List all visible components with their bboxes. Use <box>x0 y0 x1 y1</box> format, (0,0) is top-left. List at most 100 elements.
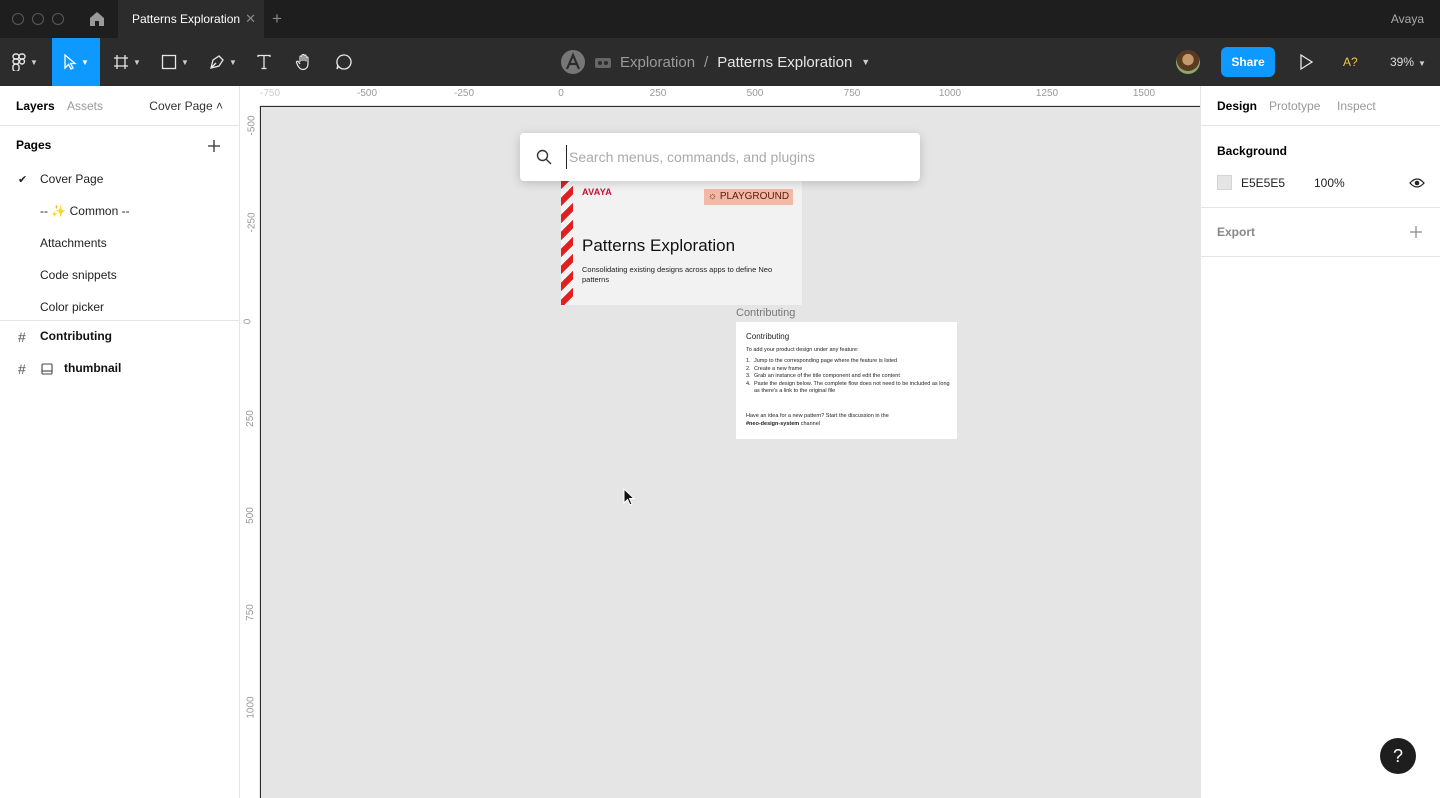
tab-layers[interactable]: Layers <box>16 86 55 126</box>
page-switcher[interactable]: Cover Page ˄ <box>149 86 223 126</box>
account-name[interactable]: Avaya <box>1391 0 1424 38</box>
ruler-tick: -500 <box>356 88 378 99</box>
left-ruler: -500 -250 0 250 500 750 1000 <box>240 106 260 798</box>
hand-tool-button[interactable] <box>290 38 318 86</box>
ruler-corner <box>240 86 260 106</box>
minimize-window-button[interactable] <box>32 13 44 25</box>
tab-assets[interactable]: Assets <box>67 86 103 126</box>
page-item-code-snippets[interactable]: Code snippets <box>40 268 117 282</box>
contributing-steps: 1. Jump to the corresponding page where t… <box>746 358 951 396</box>
list-item: 3. Grab an instance of the title componen… <box>746 373 900 379</box>
list-item: 1. Jump to the corresponding page where t… <box>746 358 898 364</box>
breadcrumb-project[interactable]: Exploration <box>620 54 695 71</box>
share-button[interactable]: Share <box>1221 47 1275 77</box>
tab-prototype[interactable]: Prototype <box>1269 86 1320 126</box>
playground-badge: ☼ PLAYGROUND <box>704 189 793 205</box>
cover-frame[interactable]: AVAYA ☼ PLAYGROUND Patterns Exploration … <box>561 181 802 305</box>
figma-logo-icon <box>12 53 26 71</box>
ruler-tick: -250 <box>246 212 258 233</box>
contributing-frame[interactable]: Contributing To add your product design … <box>736 322 957 439</box>
shape-tool-button[interactable]: ▼ <box>154 38 196 86</box>
ruler-tick: 0 <box>558 88 564 99</box>
mouse-cursor-icon <box>623 488 635 506</box>
background-opacity-input[interactable]: 100% <box>1314 176 1345 190</box>
layer-item-contributing[interactable]: # Contributing <box>0 321 240 353</box>
tab-inspect[interactable]: Inspect <box>1337 86 1376 126</box>
document-tab[interactable]: Patterns Exploration ✕ <box>118 0 264 38</box>
list-item: 2. Create a new frame <box>746 365 803 372</box>
page-item-color-picker[interactable]: Color picker <box>40 300 104 314</box>
maximize-window-button[interactable] <box>52 13 64 25</box>
ruler-tick: -250 <box>453 88 475 99</box>
ruler-tick: 500 <box>244 507 256 524</box>
bulb-icon: ☼ <box>707 191 720 202</box>
eye-icon[interactable] <box>1409 177 1425 189</box>
quick-actions-search <box>520 133 920 181</box>
team-avatar-icon[interactable] <box>560 49 586 75</box>
close-tab-icon[interactable]: ✕ <box>245 0 256 38</box>
chevron-down-icon: ▼ <box>133 57 141 67</box>
badge-label: PLAYGROUND <box>719 191 790 202</box>
ruler-tick: -750 <box>259 88 281 99</box>
breadcrumb-file-name[interactable]: Patterns Exploration <box>717 54 852 71</box>
comment-icon <box>336 54 352 70</box>
top-ruler: -750 -500 -250 0 250 500 750 1000 1250 1… <box>240 86 1200 106</box>
pen-icon <box>210 55 224 69</box>
chevron-down-icon: ▼ <box>30 57 38 67</box>
accessibility-check-button[interactable]: A? <box>1343 38 1358 86</box>
ruler-tick: 250 <box>649 88 667 99</box>
project-folder-icon <box>595 58 611 68</box>
frame-icon: # <box>18 329 26 345</box>
pen-tool-button[interactable]: ▼ <box>202 38 244 86</box>
chevron-down-icon: ▼ <box>181 57 189 67</box>
component-instance-icon <box>41 363 53 375</box>
help-button[interactable]: ? <box>1380 738 1416 774</box>
ruler-tick: 1000 <box>938 88 962 99</box>
main-menu-button[interactable]: ▼ <box>0 38 50 86</box>
comment-tool-button[interactable] <box>330 38 358 86</box>
frame-label-contributing[interactable]: Contributing <box>736 307 795 319</box>
search-input[interactable] <box>566 145 906 169</box>
ruler-tick: 1250 <box>1035 88 1059 99</box>
ruler-tick: 250 <box>244 410 256 427</box>
home-icon[interactable] <box>88 10 106 28</box>
divider <box>1201 256 1440 257</box>
zoom-dropdown[interactable]: 39% ▼ <box>1390 38 1426 86</box>
breadcrumb: Exploration / Patterns Exploration ▼ <box>560 38 870 86</box>
export-header: Export <box>1217 225 1256 239</box>
frame-icon <box>114 55 129 69</box>
frame-icon: # <box>18 361 26 377</box>
ruler-tick: 1500 <box>1132 88 1156 99</box>
page-item-attachments[interactable]: Attachments <box>40 236 107 250</box>
zoom-level: 39% <box>1390 55 1415 69</box>
pointer-icon <box>64 54 77 70</box>
background-color-swatch[interactable] <box>1217 175 1232 190</box>
page-item-cover-page[interactable]: Cover Page <box>40 172 103 186</box>
user-avatar[interactable] <box>1176 50 1200 74</box>
layer-item-thumbnail[interactable]: # thumbnail <box>0 353 240 385</box>
add-page-icon[interactable] <box>207 139 221 153</box>
search-icon <box>536 149 552 165</box>
ruler-tick: 750 <box>244 604 256 621</box>
contributing-title: Contributing <box>746 332 790 341</box>
page-item-common[interactable]: -- ✨ Common -- <box>40 204 130 218</box>
move-tool-button[interactable]: ▼ <box>52 38 100 86</box>
chevron-down-icon[interactable]: ▼ <box>861 57 870 67</box>
ruler-tick: 1000 <box>245 696 257 719</box>
figma-app: Patterns Exploration ✕ + Avaya ▼ ▼ ▼ ▼ ▼ <box>0 0 1440 798</box>
background-hex-input[interactable]: E5E5E5 <box>1241 176 1285 190</box>
chevron-down-icon: ▼ <box>229 57 237 67</box>
close-window-button[interactable] <box>12 13 24 25</box>
add-export-icon[interactable] <box>1410 226 1422 238</box>
avaya-logo: AVAYA <box>582 187 613 197</box>
divider <box>1201 207 1440 208</box>
ruler-tick: 0 <box>242 318 254 325</box>
title-bar: Patterns Exploration ✕ + Avaya <box>0 0 1440 38</box>
frame-tool-button[interactable]: ▼ <box>106 38 148 86</box>
tab-design[interactable]: Design <box>1217 86 1257 126</box>
text-tool-button[interactable] <box>250 38 278 86</box>
new-tab-button[interactable]: + <box>272 0 282 38</box>
layer-name: thumbnail <box>64 361 122 375</box>
present-play-icon[interactable] <box>1297 53 1315 71</box>
checkmark-icon: ✔ <box>18 174 28 186</box>
